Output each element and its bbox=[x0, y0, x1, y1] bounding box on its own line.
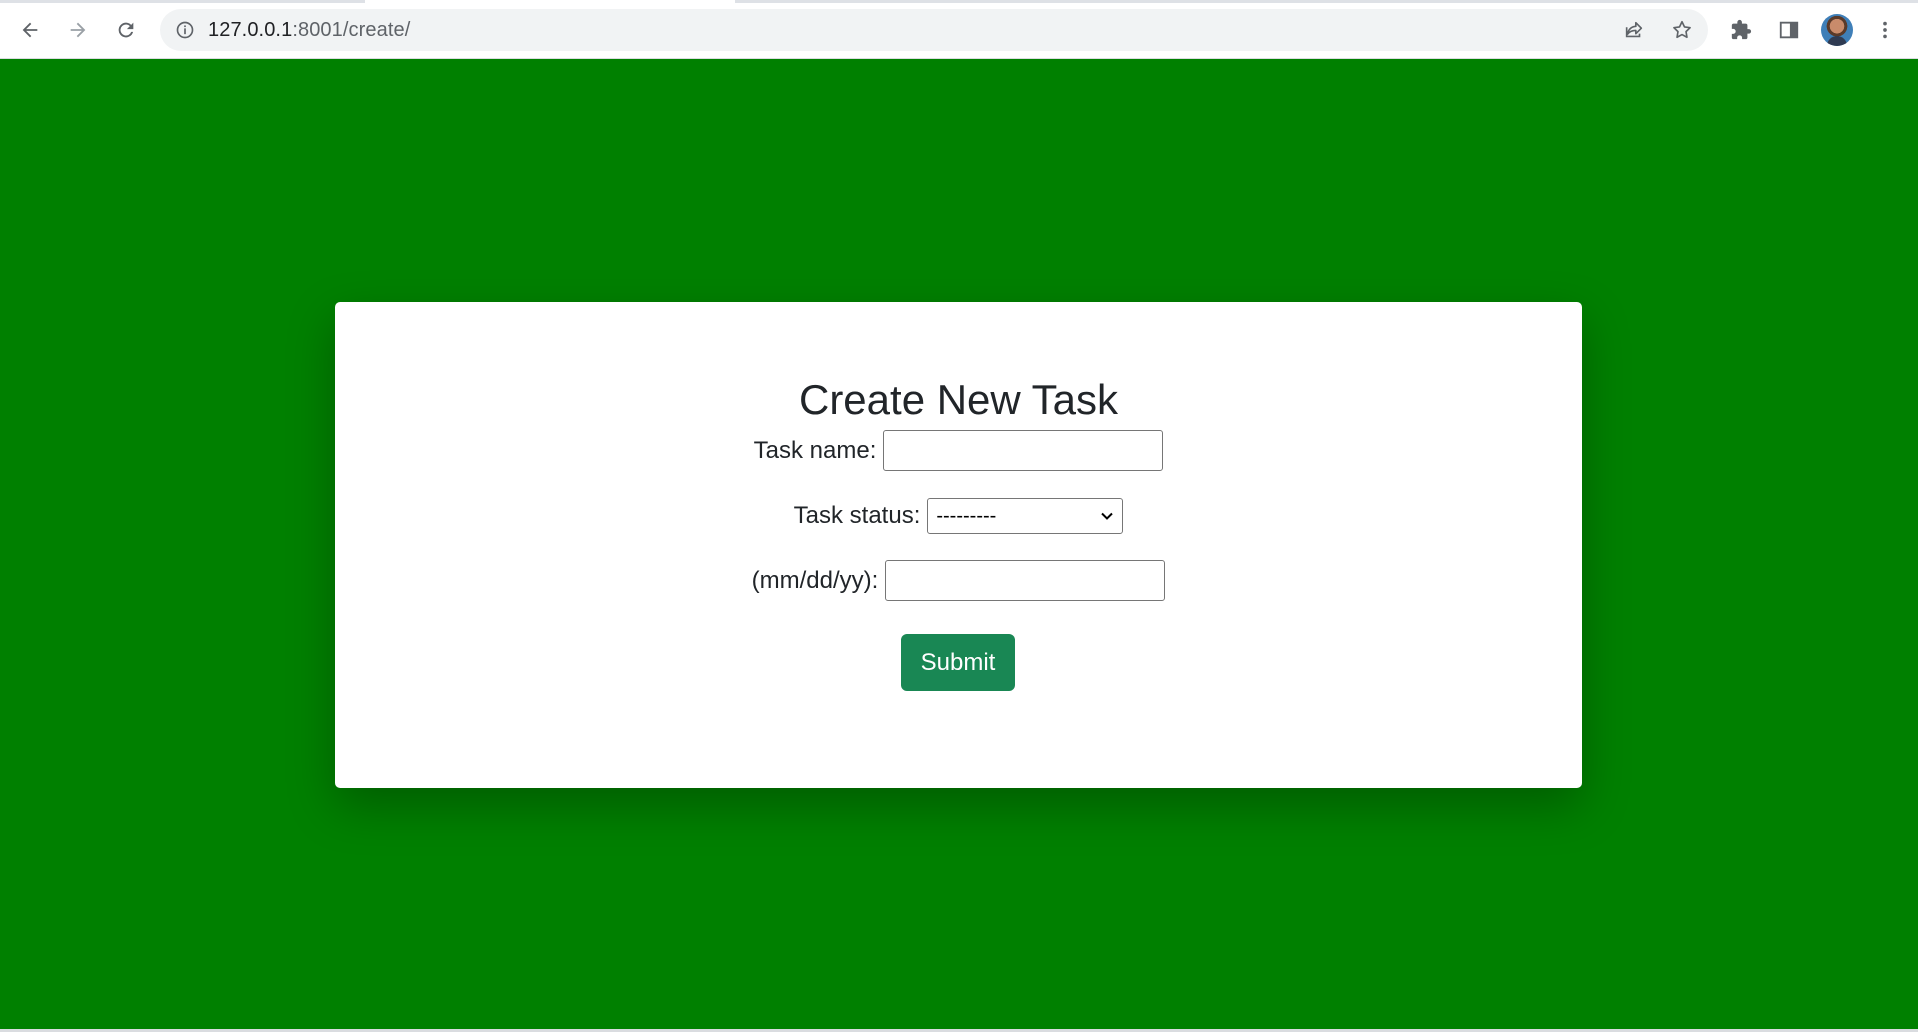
page-viewport: Create New Task Task name: Task status: … bbox=[0, 59, 1918, 1032]
url-host: 127.0.0.1 bbox=[208, 18, 293, 41]
chevron-down-icon bbox=[1101, 512, 1114, 520]
date-input[interactable] bbox=[885, 560, 1166, 601]
avatar-figure bbox=[1827, 36, 1847, 46]
back-button[interactable] bbox=[12, 12, 48, 48]
avatar[interactable] bbox=[1821, 14, 1853, 46]
task-status-select[interactable]: --------- bbox=[927, 498, 1124, 534]
reload-button[interactable] bbox=[108, 12, 144, 48]
side-panel-icon[interactable] bbox=[1771, 12, 1807, 48]
back-arrow-icon bbox=[22, 22, 38, 38]
task-name-input[interactable] bbox=[883, 430, 1164, 471]
tab-strip bbox=[0, 0, 1918, 3]
reload-icon bbox=[118, 22, 134, 38]
forward-arrow-icon bbox=[70, 22, 86, 38]
task-form-card: Create New Task Task name: Task status: … bbox=[335, 302, 1582, 788]
kebab-menu-icon[interactable] bbox=[1867, 12, 1903, 48]
puzzle-icon[interactable] bbox=[1723, 12, 1759, 48]
address-bar[interactable]: 127.0.0.1:8001/create/ bbox=[160, 9, 1708, 51]
date-label: (mm/dd/yy): bbox=[751, 566, 879, 594]
task-status-selected: --------- bbox=[936, 504, 997, 527]
share-icon[interactable] bbox=[1622, 18, 1646, 42]
active-tab-edge[interactable] bbox=[365, 0, 735, 3]
task-status-label: Task status: bbox=[793, 502, 921, 529]
url-path: :8001/create/ bbox=[292, 18, 411, 41]
task-status-row: Task status: --------- bbox=[335, 498, 1582, 534]
forward-button[interactable] bbox=[60, 12, 96, 48]
browser-toolbar: 127.0.0.1:8001/create/ bbox=[0, 0, 1918, 59]
submit-button[interactable]: Submit bbox=[901, 634, 1015, 691]
url-text[interactable]: 127.0.0.1:8001/create/ bbox=[208, 19, 410, 42]
info-icon[interactable] bbox=[174, 19, 196, 41]
date-row: (mm/dd/yy): bbox=[335, 560, 1582, 601]
task-name-label: Task name: bbox=[753, 436, 877, 464]
star-icon[interactable] bbox=[1670, 18, 1694, 42]
task-name-row: Task name: bbox=[335, 430, 1582, 471]
page-title: Create New Task bbox=[798, 376, 1119, 423]
